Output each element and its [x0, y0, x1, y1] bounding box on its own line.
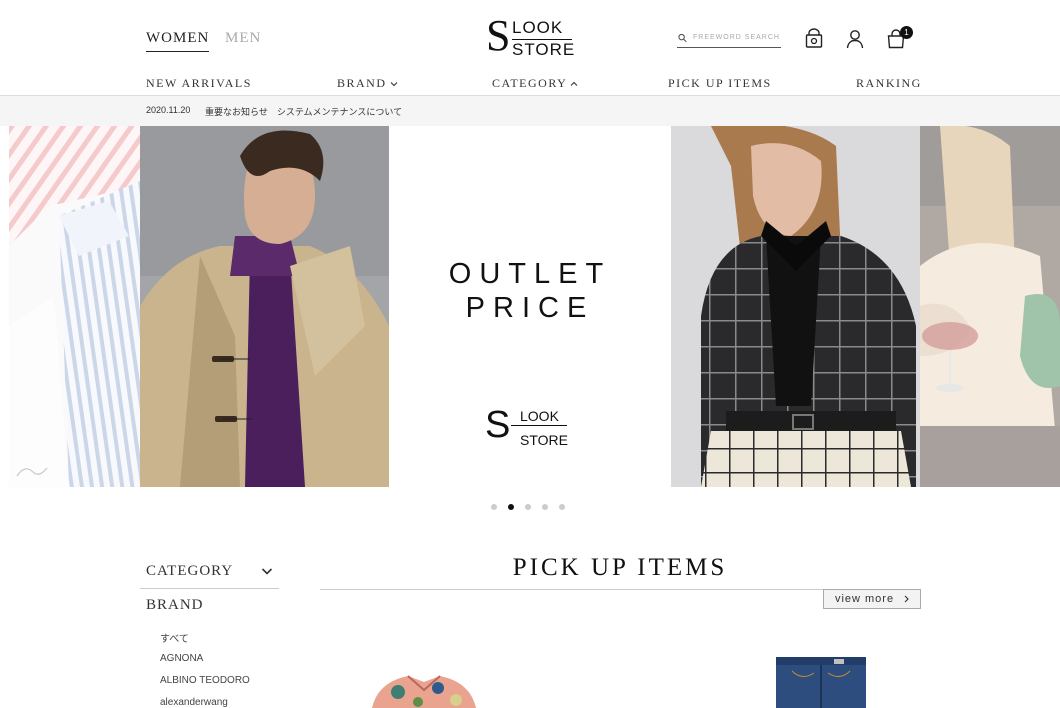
carousel-dots — [491, 504, 565, 510]
nav-brand-label: BRAND — [337, 76, 387, 90]
carousel-dot-4[interactable] — [542, 504, 548, 510]
banner-line1: OUTLET — [448, 258, 612, 290]
user-icon[interactable] — [844, 28, 866, 50]
tab-women[interactable]: WOMEN — [146, 30, 210, 52]
floral-shirt-image — [372, 675, 476, 708]
brand-item[interactable]: ALBINO TEODORO — [160, 675, 250, 686]
sidebar-category-toggle[interactable]: CATEGORY — [140, 560, 279, 589]
carousel-dot-2[interactable] — [508, 504, 514, 510]
sidebar-category-label: CATEGORY — [146, 563, 234, 579]
nav-new-arrivals[interactable]: NEW ARRIVALS — [146, 76, 252, 91]
pickup-title: PICK UP ITEMS — [512, 554, 728, 581]
product-floral-shirt[interactable] — [368, 672, 480, 708]
logo-line2: STORE — [512, 40, 576, 59]
notice-date: 2020.11.20 — [146, 105, 191, 115]
denim-jeans-image — [776, 657, 866, 708]
brand-item[interactable]: すべて — [160, 630, 189, 645]
logo-initial: S — [486, 11, 511, 60]
search-icon[interactable] — [678, 33, 687, 43]
banner-logo-line1: LOOK — [511, 408, 567, 426]
chevron-down-icon — [261, 568, 273, 575]
slide-fade-right — [920, 126, 1060, 487]
slide-plaid-blazer[interactable] — [671, 126, 920, 487]
brand-item[interactable]: AGNONA — [160, 653, 203, 664]
banner-logo-initial: S — [485, 404, 511, 446]
product-denim-jeans[interactable] — [772, 655, 870, 708]
notice-link[interactable]: 重要なお知らせ システムメンテナンスについて — [205, 105, 402, 118]
slide-outlet-banner[interactable]: OUTLET PRICE S LOOK STORE — [389, 126, 671, 487]
logo-line1: LOOK — [512, 18, 572, 40]
cart-count-badge: 1 — [900, 26, 913, 39]
duffle-coat-image — [140, 126, 389, 487]
nav-ranking[interactable]: RANKING — [856, 76, 922, 91]
view-more-label: view more — [834, 593, 895, 605]
hero-carousel[interactable]: OUTLET PRICE S LOOK STORE — [0, 126, 1060, 487]
banner-logo: S LOOK STORE — [485, 404, 575, 452]
plaid-blazer-image — [671, 126, 920, 487]
bag-icon[interactable] — [803, 28, 825, 50]
nav-category-label: CATEGORY — [492, 76, 568, 90]
view-more-button[interactable]: view more — [823, 589, 921, 609]
nav-pick-up-items-label: PICK UP ITEMS — [668, 76, 772, 90]
site-logo[interactable]: S LOOK STORE — [486, 14, 576, 60]
nav-pick-up-items[interactable]: PICK UP ITEMS — [668, 76, 772, 91]
carousel-dot-1[interactable] — [491, 504, 497, 510]
search-input[interactable] — [693, 34, 781, 41]
slide-fade-left — [9, 126, 140, 487]
carousel-dot-3[interactable] — [525, 504, 531, 510]
chevron-right-icon — [904, 595, 909, 603]
nav-category[interactable]: CATEGORY — [492, 76, 578, 91]
search-box[interactable] — [677, 28, 781, 48]
carousel-dot-5[interactable] — [559, 504, 565, 510]
nav-brand[interactable]: BRAND — [337, 76, 398, 91]
tab-men[interactable]: MEN — [225, 30, 261, 47]
slide-duffle-coat[interactable] — [140, 126, 389, 487]
banner-line2: PRICE — [465, 292, 595, 324]
brand-item[interactable]: alexanderwang — [160, 697, 228, 708]
chevron-down-icon — [390, 81, 397, 86]
nav-ranking-label: RANKING — [856, 76, 922, 90]
sidebar-brand-heading: BRAND — [146, 597, 204, 613]
banner-logo-line2: STORE — [520, 432, 568, 448]
chevron-up-icon — [570, 81, 578, 86]
nav-new-arrivals-label: NEW ARRIVALS — [146, 76, 252, 90]
